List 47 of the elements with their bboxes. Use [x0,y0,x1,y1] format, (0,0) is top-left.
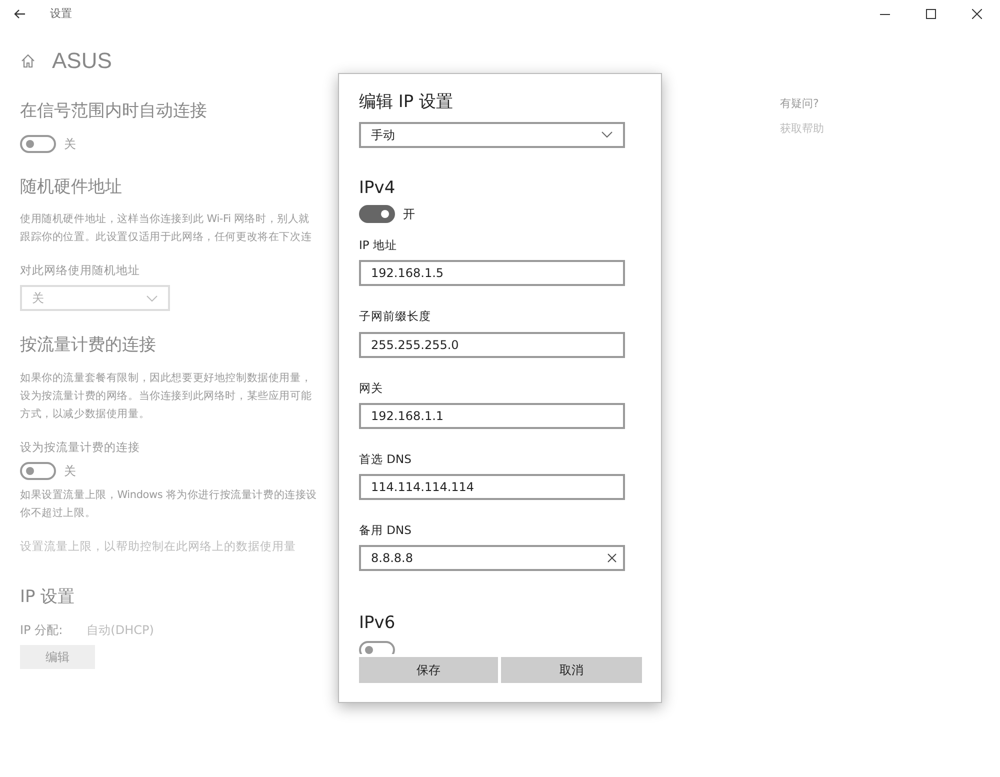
chevron-down-icon [601,131,613,138]
section-heading: 在信号范围内时自动连接 [20,100,208,123]
section-heading: IPv6 [359,612,396,636]
chevron-down-icon [146,294,158,302]
field-label: IP 地址 [359,237,398,254]
help-heading: 有疑问? [780,96,820,112]
input-field[interactable]: 255.255.255.0 [359,332,625,358]
field-label: 子网前缀长度 [359,308,432,326]
dialog-title: 编辑 IP 设置 [359,91,454,114]
toggle-label: 关 [64,463,76,480]
cancel-button[interactable]: 取消 [501,657,642,683]
window-title: 设置 [50,6,72,22]
field-label: IP 分配: [20,622,63,639]
description-text: 使用随机硬件地址，这样当你连接到此 Wi-Fi 网络时，别人就 [20,212,311,227]
clear-icon [607,553,617,564]
home-icon [20,52,36,68]
input-field[interactable]: 192.168.1.1 [359,402,625,429]
section-heading: IP 设置 [20,586,76,610]
mode-dropdown[interactable]: 手动 [359,122,625,148]
field-label: 设为按流量计费的连接 [20,438,141,456]
input-field[interactable]: 192.168.1.5 [359,260,625,286]
field-value: 自动(DHCP) [86,622,154,639]
section-heading: IPv4 [359,176,396,200]
toggle-switch[interactable] [20,134,56,152]
description-text: 如果设置流量上限，Windows 将为你进行按流量计费的连接设 [20,488,318,503]
field-label: 首选 DNS [359,450,412,468]
description-text: 方式，以减少数据使用量。 [20,406,151,422]
field-label: 网关 [359,380,384,396]
description-text: 跟踪你的位置。此设置仅适用于此网络，任何更改将在下次连 [20,230,313,245]
field-label: 对此网络使用随机地址 [20,262,141,279]
toggle-label: 关 [64,136,76,152]
save-button[interactable]: 保存 [359,657,498,683]
toggle-switch[interactable] [20,462,56,480]
toggle-switch[interactable] [359,205,395,223]
page-title: ASUS [52,47,112,75]
back-icon [14,9,26,19]
toggle-label: 开 [403,206,415,223]
maximize-icon [926,9,936,19]
description-text: 你不超过上限。 [20,506,97,521]
close-icon [972,9,982,19]
description-text: 设为按流量计费的网络。当你连接到此网络时，某些应用可能 [20,388,313,404]
section-heading: 按流量计费的连接 [20,334,157,358]
field-label: 备用 DNS [359,522,412,539]
section-heading: 随机硬件地址 [20,176,123,198]
input-field[interactable]: 8.8.8.8 [359,545,625,572]
description-text: 如果你的流量套餐有限制，因此想要更好地控制数据使用量， [20,370,313,386]
input-field[interactable]: 114.114.114.114 [359,474,625,500]
